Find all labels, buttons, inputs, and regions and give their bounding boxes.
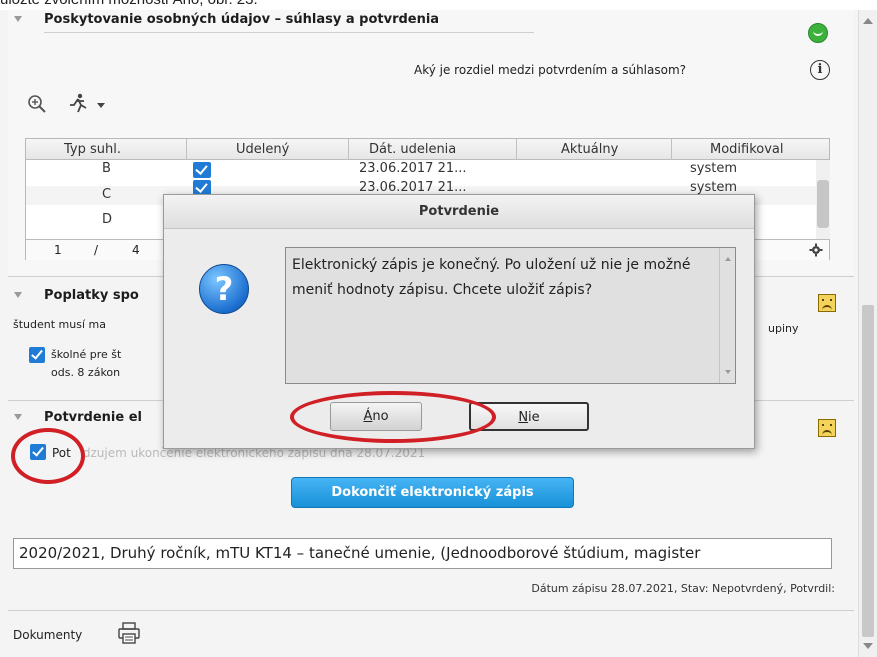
help-question-link[interactable]: Aký je rozdiel medzi potvrdením a súhlas… bbox=[414, 63, 686, 77]
dialog-title: Potvrdenie bbox=[164, 195, 754, 229]
scroll-down-icon[interactable] bbox=[725, 370, 731, 374]
message-scrollbar[interactable] bbox=[719, 248, 735, 383]
consent-section-title: Poskytovanie osobných údajov – súhlasy a… bbox=[44, 12, 440, 27]
page-scrollbar[interactable] bbox=[858, 10, 877, 657]
scroll-down-icon[interactable] bbox=[863, 643, 873, 649]
confirm-enrollment-checkbox[interactable] bbox=[30, 444, 46, 460]
column-header-type[interactable]: Typ suhl. bbox=[64, 142, 121, 157]
gear-icon[interactable] bbox=[809, 243, 823, 257]
table-row[interactable]: B 23.06.2017 21... system bbox=[26, 160, 816, 179]
collapse-triangle-icon[interactable] bbox=[14, 16, 22, 22]
no-button[interactable]: Nie bbox=[469, 402, 589, 431]
sad-face-icon bbox=[818, 294, 836, 312]
dialog-message-box: Elektronický zápis je konečný. Po uložen… bbox=[285, 247, 736, 384]
study-program-field[interactable]: 2020/2021, Druhý ročník, mTU KT14 – tane… bbox=[13, 538, 832, 569]
collapse-triangle-icon[interactable] bbox=[14, 292, 22, 298]
yes-button[interactable]: Áno bbox=[330, 402, 422, 431]
fees-section-title: Poplatky spo bbox=[44, 288, 139, 303]
scroll-up-icon[interactable] bbox=[725, 257, 731, 261]
collapse-triangle-icon[interactable] bbox=[14, 414, 22, 420]
pager-current: 1 bbox=[54, 243, 62, 257]
tuition-item-line1: školné pre št bbox=[51, 348, 122, 361]
tuition-item-line2: ods. 8 zákon bbox=[51, 366, 121, 379]
page-scrollbar-thumb[interactable] bbox=[862, 305, 874, 637]
fees-description-tail: upiny bbox=[768, 322, 799, 335]
column-header-date[interactable]: Dát. udelenia bbox=[369, 142, 456, 157]
printer-icon[interactable] bbox=[117, 621, 141, 645]
confirm-section-title: Potvrdenie el bbox=[44, 410, 143, 425]
table-header: Typ suhl. Udelený Dát. udelenia Aktuálny… bbox=[26, 139, 829, 160]
table-scrollbar[interactable] bbox=[816, 160, 830, 239]
granted-checkbox[interactable] bbox=[193, 162, 211, 178]
sad-face-icon bbox=[818, 419, 836, 437]
zoom-in-icon[interactable] bbox=[27, 94, 47, 114]
tuition-checkbox[interactable] bbox=[29, 347, 45, 363]
enrollment-status-text: Dátum zápisu 28.07.2021, Stav: Nepotvrde… bbox=[531, 582, 835, 595]
scroll-up-icon[interactable] bbox=[863, 18, 873, 24]
pager-separator: / bbox=[94, 243, 99, 257]
info-icon[interactable]: i bbox=[810, 60, 830, 80]
column-header-current[interactable]: Aktuálny bbox=[561, 142, 618, 157]
pager-total: 4 bbox=[132, 243, 140, 257]
table-scrollbar-thumb[interactable] bbox=[817, 180, 829, 228]
green-smiley-icon bbox=[808, 23, 828, 43]
column-header-granted[interactable]: Udelený bbox=[236, 142, 289, 157]
section-title-underline bbox=[44, 32, 534, 33]
column-header-modified[interactable]: Modifikoval bbox=[710, 142, 784, 157]
document-caption-fragment: uložte zvolením možnosti Áno, obr. 23. bbox=[0, 0, 877, 10]
fees-description: študent musí ma bbox=[13, 318, 106, 331]
documents-label: Dokumenty bbox=[13, 628, 83, 642]
confirmation-dialog: Potvrdenie ? Elektronický zápis je koneč… bbox=[163, 194, 755, 449]
runner-action-icon[interactable] bbox=[64, 93, 108, 115]
dialog-message: Elektronický zápis je konečný. Po uložen… bbox=[292, 257, 691, 298]
finish-electronic-enrollment-button[interactable]: Dokončiť elektronický zápis bbox=[291, 477, 574, 508]
question-icon: ? bbox=[199, 264, 249, 314]
